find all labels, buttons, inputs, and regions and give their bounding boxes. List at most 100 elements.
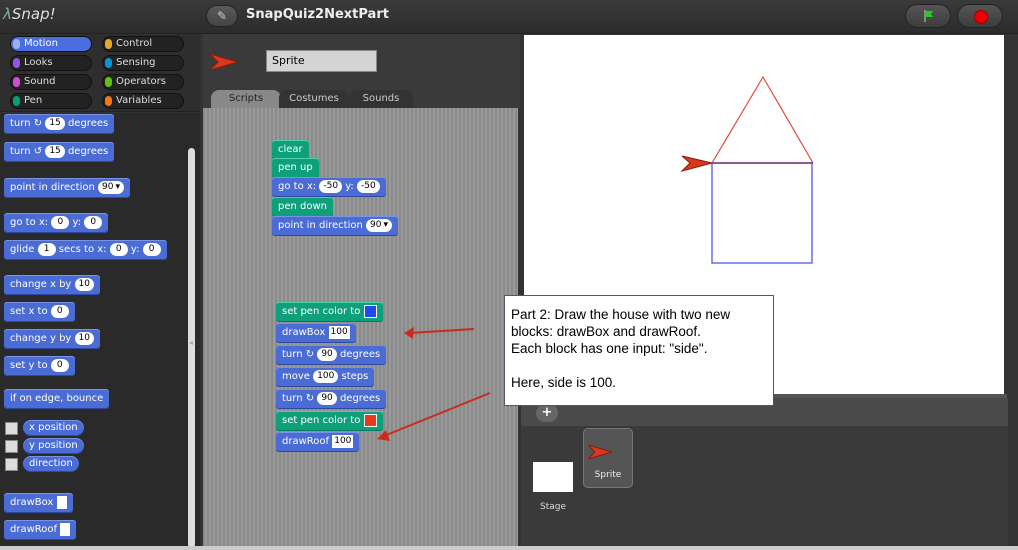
x-input[interactable]: 0	[51, 215, 70, 229]
palette-y-position-reporter[interactable]: y position	[23, 438, 84, 454]
add-sprite-button[interactable]: +	[536, 404, 558, 422]
palette-set-x-block[interactable]: set x to 0	[4, 302, 75, 322]
y-input[interactable]: 0	[84, 215, 103, 229]
category-dot-icon	[13, 96, 20, 106]
scripts-area[interactable]: clear pen up go to x: -50 y: -50 pen dow…	[203, 108, 518, 550]
house-box	[711, 162, 813, 264]
rotate-cw-icon: ↻	[33, 118, 43, 129]
palette-point-in-direction-block[interactable]: point in direction 90	[4, 178, 130, 198]
y-input[interactable]: -50	[356, 179, 380, 193]
palette-go-to-block[interactable]: go to x: 0 y: 0	[4, 213, 109, 233]
category-dot-icon	[105, 77, 112, 87]
category-dot-icon	[13, 58, 20, 68]
script-move-block[interactable]: move 100 steps	[276, 367, 375, 387]
script-turn-block[interactable]: turn ↻ 90 degrees	[276, 345, 387, 365]
category-looks[interactable]: Looks	[10, 55, 92, 71]
degrees-input[interactable]: 90	[317, 391, 337, 405]
callout-line: Part 2: Draw the house with two new	[511, 307, 731, 322]
script-turn-block[interactable]: turn ↻ 90 degrees	[276, 389, 387, 409]
instruction-callout: Part 2: Draw the house with two new bloc…	[504, 295, 774, 406]
sprite-bar: Sprite Scripts Costumes Sounds	[203, 34, 520, 108]
palette-direction-reporter[interactable]: direction	[23, 456, 79, 472]
degrees-input[interactable]: 15	[45, 144, 65, 158]
script-go-to-block[interactable]: go to x: -50 y: -50	[272, 177, 386, 197]
change-x-input[interactable]: 10	[74, 277, 94, 291]
category-sensing[interactable]: Sensing	[102, 55, 184, 71]
color-swatch-blue[interactable]	[363, 304, 377, 318]
script-set-pen-color-blue-block[interactable]: set pen color to	[276, 302, 383, 322]
x-input[interactable]: 0	[109, 242, 128, 256]
x-input[interactable]: -50	[319, 179, 343, 193]
palette-x-position-reporter[interactable]: x position	[23, 420, 84, 436]
palette-scrollbar[interactable]	[188, 148, 195, 548]
y-position-watcher-checkbox[interactable]	[5, 440, 18, 453]
category-pen[interactable]: Pen	[10, 93, 92, 109]
category-control[interactable]: Control	[102, 36, 184, 52]
category-dot-icon	[105, 39, 112, 49]
sprite-corral: + Stage Sprite	[521, 398, 1008, 550]
sprite-thumbnail[interactable]: Sprite	[583, 428, 633, 488]
x-position-watcher-checkbox[interactable]	[5, 422, 18, 435]
house-roof	[711, 75, 814, 164]
category-operators[interactable]: Operators	[102, 74, 184, 90]
palette-set-y-block[interactable]: set y to 0	[4, 356, 75, 376]
set-x-input[interactable]: 0	[50, 304, 69, 318]
palette-change-y-block[interactable]: change y by 10	[4, 329, 100, 349]
green-flag-button[interactable]	[905, 4, 951, 28]
stage-thumbnail[interactable]	[533, 462, 573, 492]
sprite-name-field[interactable]: Sprite	[266, 50, 377, 72]
rotate-cw-icon: ↻	[305, 349, 315, 360]
secs-input[interactable]: 1	[37, 242, 56, 256]
side-input[interactable]	[60, 522, 71, 536]
y-input[interactable]: 0	[142, 242, 161, 256]
direction-watcher-checkbox[interactable]	[5, 458, 18, 471]
category-dot-icon	[105, 58, 112, 68]
palette-bounce-block[interactable]: if on edge, bounce	[4, 389, 110, 409]
category-dot-icon	[13, 77, 20, 87]
tab-costumes[interactable]: Costumes	[279, 90, 349, 108]
script-set-pen-color-red-block[interactable]: set pen color to	[276, 411, 383, 431]
side-input[interactable]	[56, 495, 67, 509]
stop-button[interactable]	[957, 4, 1003, 28]
sprite-arrow-icon	[588, 445, 612, 459]
palette-change-x-block[interactable]: change x by 10	[4, 275, 100, 295]
resize-handle-icon[interactable]: ◂	[189, 338, 193, 347]
tab-sounds[interactable]: Sounds	[349, 90, 413, 108]
steps-input[interactable]: 100	[313, 369, 339, 383]
stop-sign-icon	[974, 10, 988, 24]
block-palette: turn ↻ 15 degrees turn ↺ 15 degrees poin…	[0, 113, 200, 550]
rotate-ccw-icon: ↺	[33, 146, 43, 157]
direction-dropdown[interactable]: 90	[366, 218, 392, 232]
degrees-input[interactable]: 15	[45, 116, 65, 130]
set-y-input[interactable]: 0	[50, 358, 69, 372]
script-pen-down-block[interactable]: pen down	[272, 197, 333, 217]
script-pen-up-block[interactable]: pen up	[272, 158, 319, 178]
palette-drawbox-block[interactable]: drawBox	[4, 493, 73, 513]
flag-icon	[924, 10, 933, 22]
side-input[interactable]: 100	[328, 325, 350, 339]
category-dot-icon	[105, 96, 112, 106]
sprite-arrow-icon[interactable]	[680, 155, 713, 172]
script-point-in-direction-block[interactable]: point in direction 90	[272, 216, 398, 236]
edit-pencil-icon[interactable]: ✎	[206, 5, 238, 27]
palette-drawroof-block[interactable]: drawRoof	[4, 520, 77, 540]
palette-turn-counterclockwise-block[interactable]: turn ↺ 15 degrees	[4, 142, 115, 162]
script-drawbox-block[interactable]: drawBox 100	[276, 323, 356, 343]
category-motion[interactable]: Motion	[10, 36, 92, 52]
change-y-input[interactable]: 10	[74, 331, 94, 345]
palette-turn-clockwise-block[interactable]: turn ↻ 15 degrees	[4, 114, 115, 134]
degrees-input[interactable]: 90	[317, 347, 337, 361]
direction-dropdown[interactable]: 90	[98, 180, 124, 194]
palette-glide-block[interactable]: glide 1 secs to x: 0 y: 0	[4, 240, 167, 260]
logo-text: Snap!	[11, 5, 56, 23]
callout-line: Here, side is 100.	[511, 375, 617, 390]
color-swatch-red[interactable]	[363, 413, 377, 427]
category-sound[interactable]: Sound	[10, 74, 92, 90]
script-clear-block[interactable]: clear	[272, 140, 309, 160]
tab-scripts[interactable]: Scripts	[211, 90, 281, 108]
side-input[interactable]: 100	[332, 434, 354, 448]
category-variables[interactable]: Variables	[102, 93, 184, 109]
snap-logo[interactable]: λSnap!	[3, 5, 56, 29]
sprite-thumbnail-label: Sprite	[594, 470, 622, 480]
script-drawroof-block[interactable]: drawRoof 100	[276, 432, 360, 452]
